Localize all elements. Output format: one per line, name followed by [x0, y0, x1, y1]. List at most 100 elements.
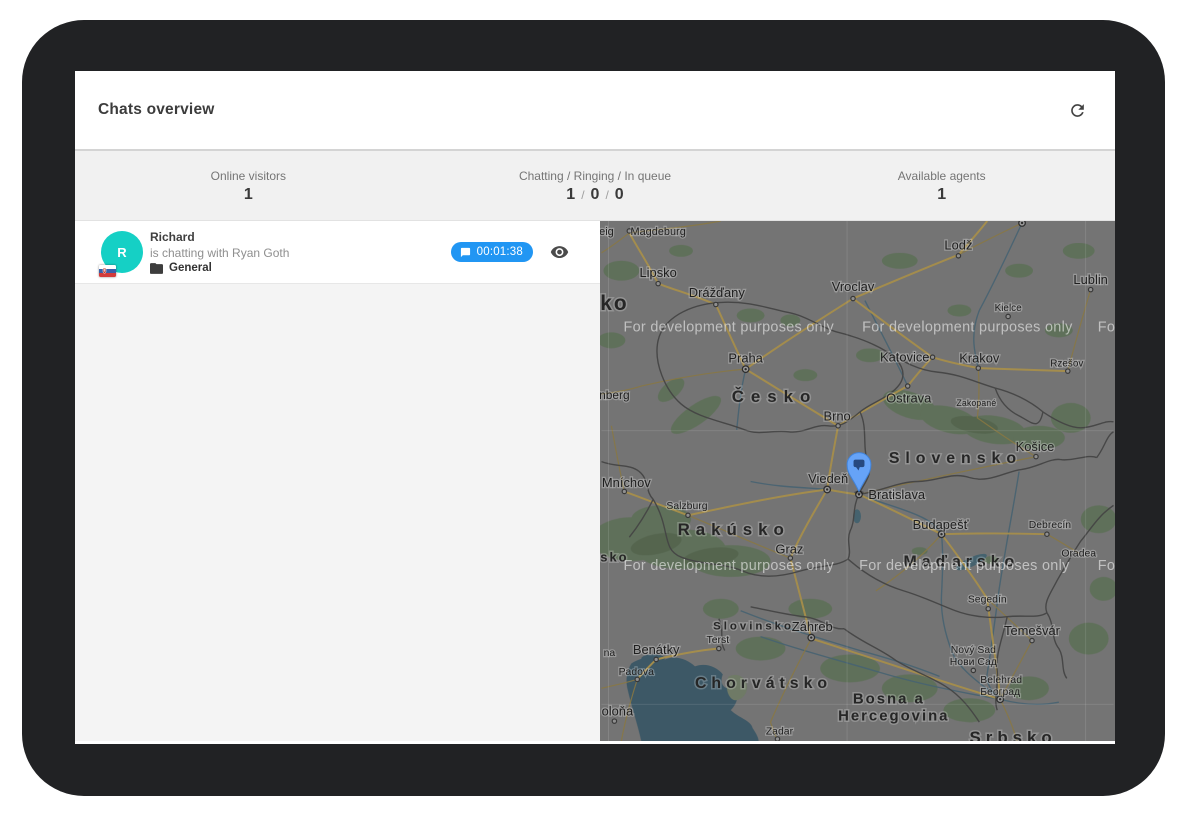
- map-city-label: Padova: [619, 667, 655, 678]
- map-panel[interactable]: eigMagdeburgLodžLipskoLublinVroclavDrážď…: [600, 221, 1115, 741]
- map-city-label: eig: [600, 226, 614, 238]
- map-city-label: Ostrava: [886, 391, 932, 406]
- stat-available-agents: Available agents 1: [768, 151, 1115, 220]
- map-watermark: For development purposes only: [1098, 319, 1115, 335]
- city-dot: [1006, 314, 1010, 318]
- map-city-label: Mníchov: [602, 475, 651, 490]
- map-watermark: For development purposes only: [1098, 558, 1115, 574]
- map-country-label: Hercegovina: [838, 708, 949, 724]
- app-window: Chats overview Online visitors 1 Chattin…: [75, 71, 1115, 744]
- chat-actions: 00:01:38: [451, 242, 569, 262]
- map-city-label: Rzešov: [1050, 359, 1083, 370]
- map-city-label: Praha: [728, 351, 763, 366]
- map-city-label: Segedín: [968, 594, 1007, 605]
- department-row: General: [150, 262, 289, 274]
- city-dot: [1034, 454, 1038, 458]
- map-city-label: nberg: [600, 388, 630, 402]
- avatar: R: [101, 231, 143, 273]
- page-title: Chats overview: [98, 101, 215, 119]
- map-city-label: Drážďany: [689, 285, 746, 300]
- map-city-label: Katovice: [880, 350, 930, 365]
- city-dot: [906, 384, 910, 388]
- stat-value: 1/0/0: [566, 186, 623, 204]
- pin-chat-glyph: [854, 460, 865, 467]
- map-city-label: Bratislava: [868, 487, 925, 502]
- chat-info: Richard is chatting with Ryan Goth Gener…: [150, 230, 289, 274]
- stat-chatting-ringing-queue: Chatting / Ringing / In queue 1/0/0: [422, 151, 769, 220]
- city-dot: [976, 366, 980, 370]
- map-city-label: Graz: [775, 542, 803, 557]
- capital-dot-core: [810, 636, 812, 638]
- capital-dot-core: [940, 533, 942, 535]
- map-watermark: For development purposes only: [624, 319, 835, 335]
- city-dot: [930, 355, 934, 359]
- stat-value: 1: [244, 186, 253, 204]
- content: R Richard is chatting with Ryan Goth: [75, 221, 1115, 741]
- city-dot: [714, 302, 718, 306]
- refresh-icon: [1068, 101, 1087, 120]
- google-map: eigMagdeburgLodžLipskoLublinVroclavDrážď…: [600, 221, 1115, 741]
- app-header: Chats overview: [75, 71, 1115, 151]
- map-city-label: Salzburg: [666, 501, 707, 512]
- city-dot: [686, 513, 690, 517]
- map-watermark: For development purposes only: [624, 558, 835, 574]
- chat-bubble-icon: [460, 247, 471, 258]
- map-city-label: Нови Сад: [950, 657, 997, 668]
- city-dot: [986, 607, 990, 611]
- city-dot: [836, 424, 840, 428]
- map-city-label: Nový Sad: [951, 645, 996, 656]
- slovakia-flag-icon: [99, 265, 116, 277]
- city-dot: [656, 281, 660, 285]
- device-frame: Chats overview Online visitors 1 Chattin…: [22, 20, 1165, 796]
- chat-status-text: is chatting with Ryan Goth: [150, 246, 289, 260]
- map-country-label: Chorvátsko: [695, 675, 832, 692]
- map-city-label: Lodž: [944, 237, 972, 252]
- capital-dot-core: [826, 488, 828, 490]
- separator: /: [575, 188, 590, 202]
- map-city-label: Temešvár: [1004, 623, 1061, 638]
- city-dot: [1045, 532, 1049, 536]
- map-city-label: Vroclav: [832, 279, 875, 294]
- separator: /: [599, 188, 614, 202]
- map-city-label: Belehrad: [980, 675, 1022, 686]
- map-city-label: Brno: [823, 408, 850, 423]
- map-country-label: Česko: [732, 387, 818, 406]
- chat-duration: 00:01:38: [477, 246, 523, 258]
- stat-value: 1: [937, 186, 946, 204]
- map-city-label: Lublin: [1073, 272, 1107, 287]
- map-city-label: Debrecín: [1029, 520, 1071, 531]
- capital-dot-core: [999, 698, 1001, 700]
- eye-icon: [550, 246, 569, 259]
- map-watermark: For development purposes only: [862, 319, 1073, 335]
- map-country-label: Bosna a: [853, 691, 925, 707]
- refresh-button[interactable]: [1065, 98, 1089, 122]
- city-dot: [612, 719, 616, 723]
- city-dot: [1030, 638, 1034, 642]
- map-city-label: oloňa: [602, 704, 634, 719]
- city-dot: [717, 646, 721, 650]
- map-city-label: Benátky: [633, 642, 680, 657]
- queue-count: 0: [615, 186, 624, 203]
- chat-duration-badge: 00:01:38: [451, 242, 533, 262]
- city-dot: [971, 668, 975, 672]
- map-city-label: Zadar: [766, 727, 794, 738]
- stat-label: Chatting / Ringing / In queue: [519, 169, 671, 183]
- map-city-label: Magdeburg: [631, 226, 686, 238]
- chat-row[interactable]: R Richard is chatting with Ryan Goth: [75, 221, 600, 284]
- city-dot: [1088, 287, 1092, 291]
- chatting-count: 1: [566, 186, 575, 203]
- map-pin-bratislava: [847, 453, 871, 495]
- stats-bar: Online visitors 1 Chatting / Ringing / I…: [75, 151, 1115, 221]
- watch-chat-button[interactable]: [550, 246, 569, 259]
- stat-online-visitors: Online visitors 1: [75, 151, 422, 220]
- map-country-label: Rakúsko: [678, 520, 790, 539]
- map-city-label: Budapešť: [913, 517, 969, 532]
- map-country-label: Srbsko: [970, 728, 1057, 741]
- map-country-label: Slovensko: [889, 450, 1022, 467]
- map-city-label: Kielce: [995, 303, 1023, 314]
- map-country-label: ko: [600, 292, 628, 315]
- map-watermark: For development purposes only: [859, 558, 1070, 574]
- folder-icon: [150, 263, 163, 274]
- capital-dot-core: [1021, 222, 1023, 224]
- city-dot: [851, 296, 855, 300]
